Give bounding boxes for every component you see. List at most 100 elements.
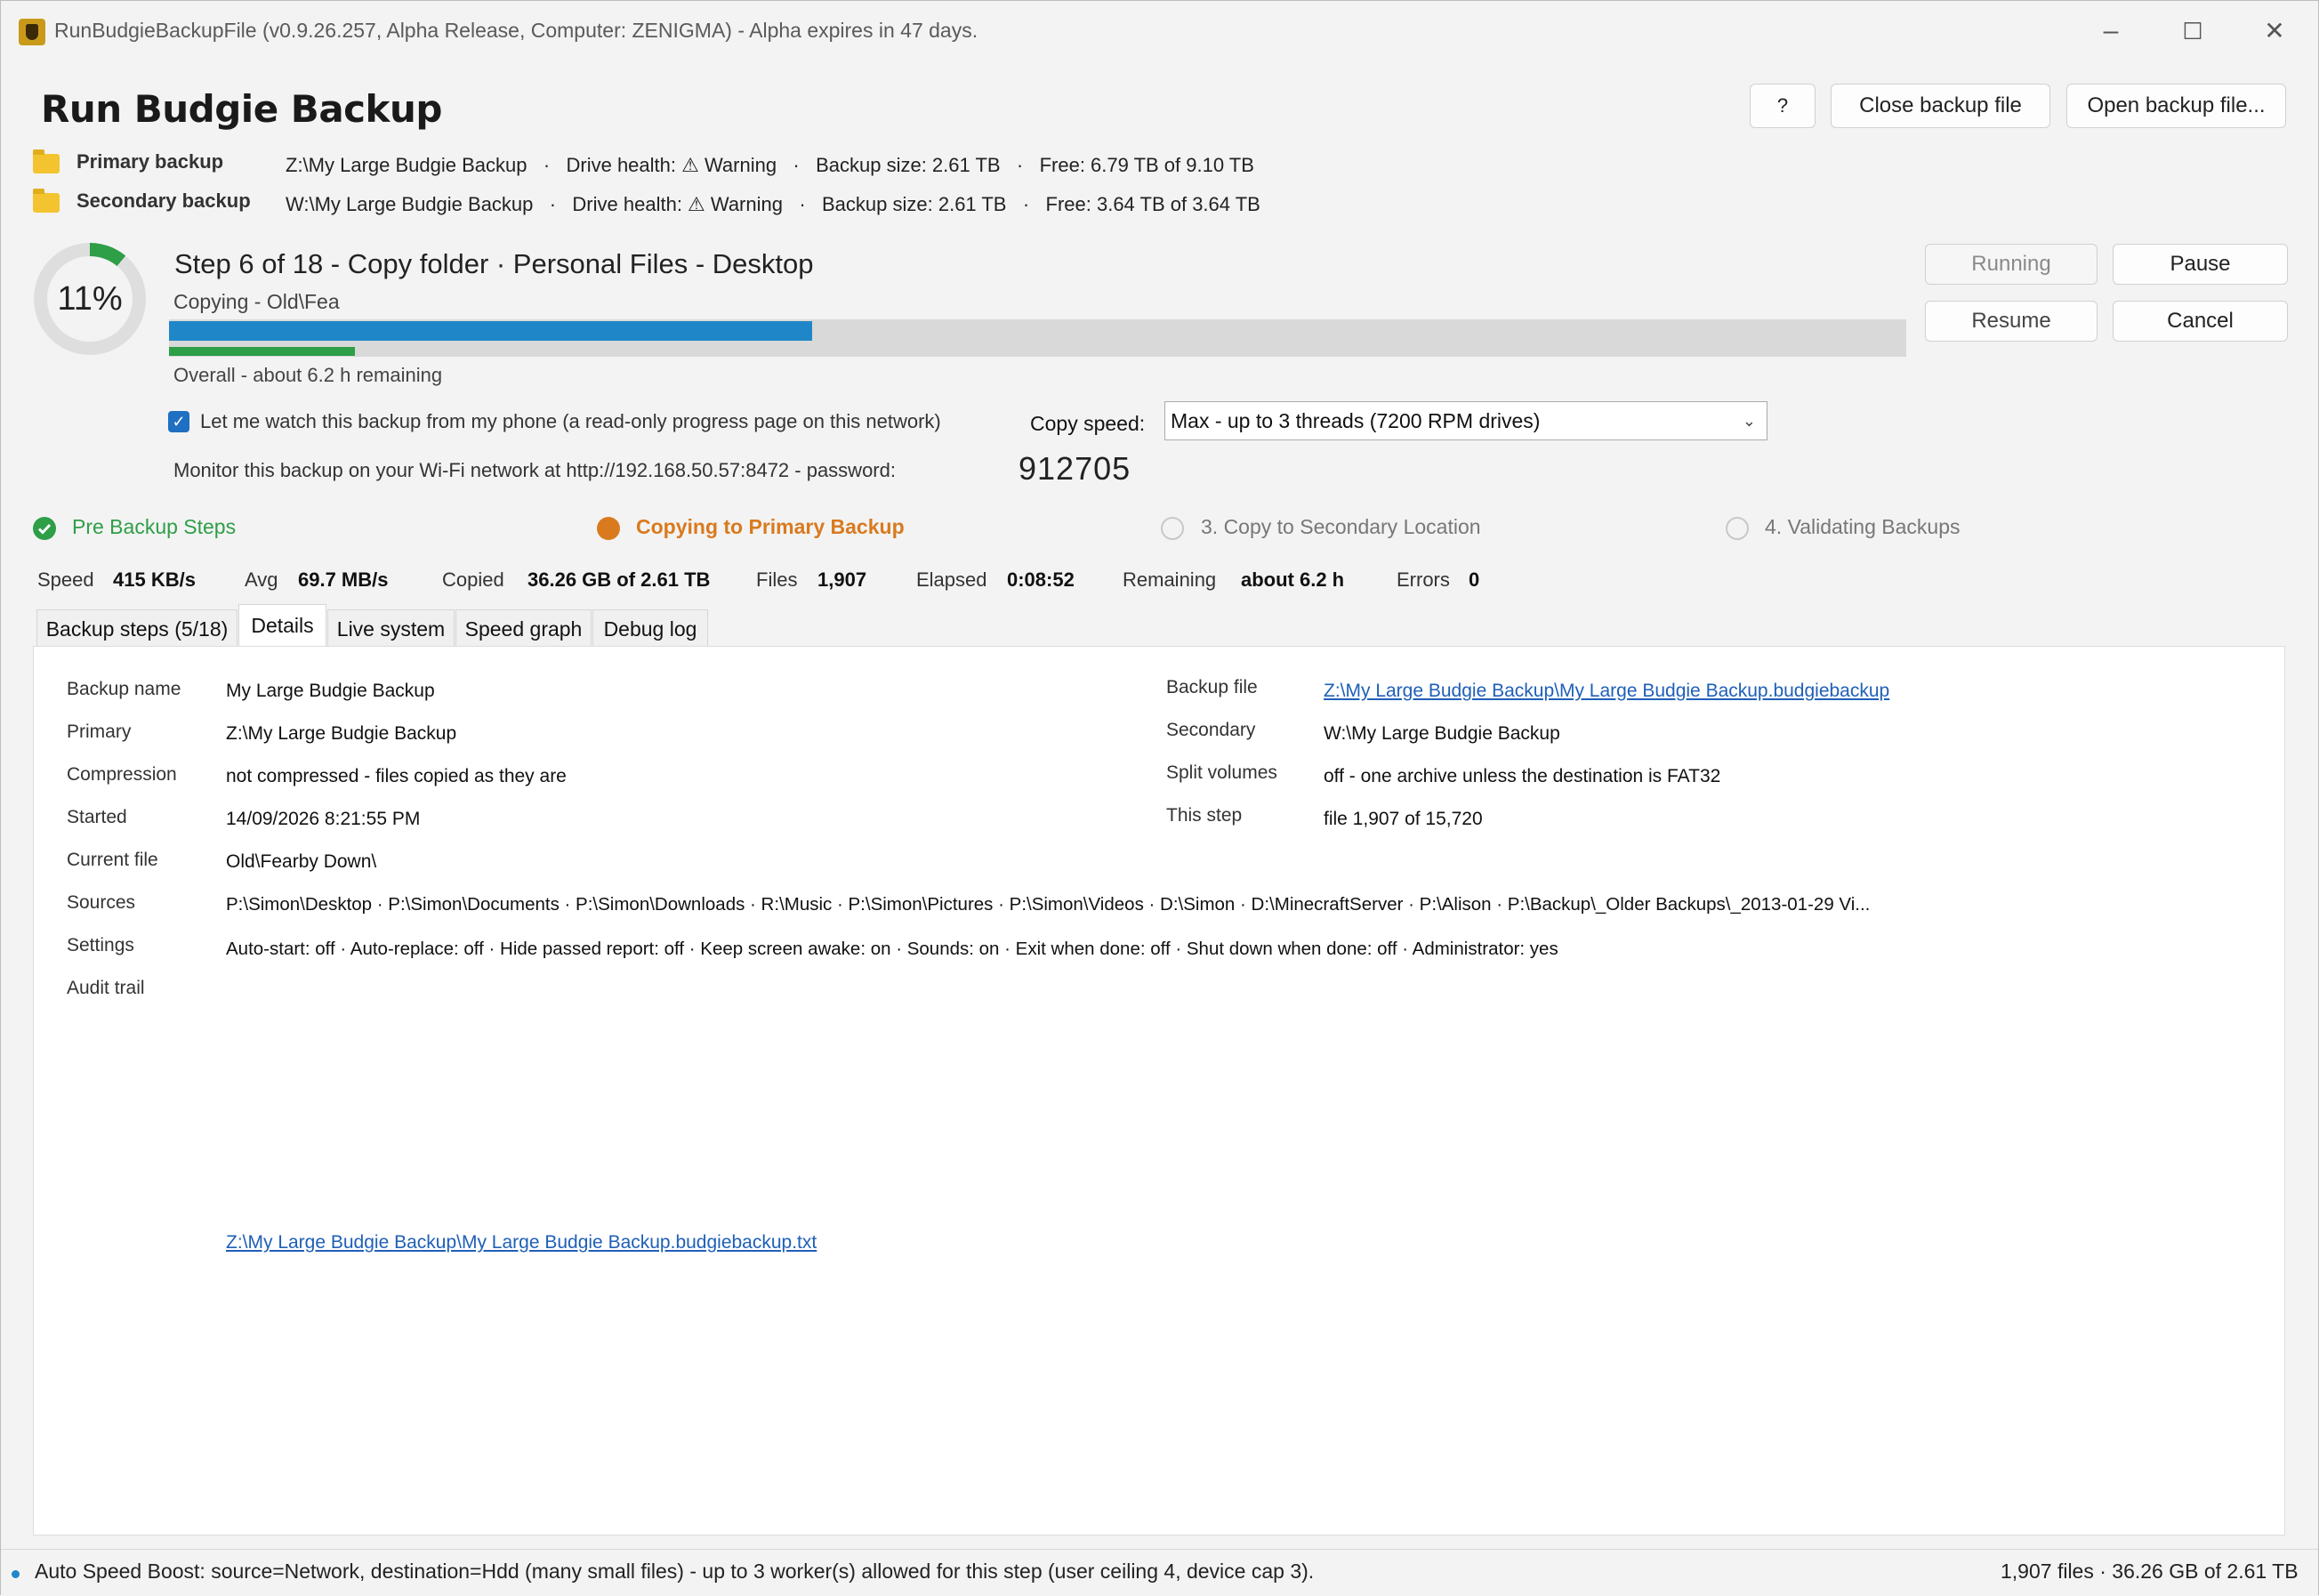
pause-button[interactable]: Pause (2113, 244, 2288, 285)
running-button[interactable]: Running (1925, 244, 2098, 285)
primary-drive-info: Z:\My Large Budgie Backup · Drive health… (286, 154, 1254, 177)
primary-path: Z:\My Large Budgie Backup (286, 154, 527, 176)
resume-button[interactable]: Resume (1925, 301, 2098, 342)
secondary-backup-label: Secondary backup (76, 189, 251, 212)
separator: · (1016, 154, 1024, 176)
tab-speed-graph[interactable]: Speed graph (455, 609, 592, 647)
tab-debug-log[interactable]: Debug log (592, 609, 708, 647)
settings-label: Settings (67, 935, 134, 955)
window-title: RunBudgieBackupFile (v0.9.26.257, Alpha … (54, 19, 978, 42)
separator: · (793, 154, 800, 176)
page-title: Run Budgie Backup (41, 87, 442, 131)
audit-trail-label: Audit trail (67, 978, 145, 998)
tab-live-system[interactable]: Live system (327, 609, 455, 647)
started-value: 14/09/2026 8:21:55 PM (226, 809, 421, 829)
copy-speed-select[interactable]: Max - up to 3 threads (7200 RPM drives) … (1164, 401, 1767, 440)
app-window: RunBudgieBackupFile (v0.9.26.257, Alpha … (0, 0, 2319, 1596)
tab-details[interactable]: Details (238, 604, 326, 649)
minimize-button[interactable]: – (2084, 13, 2138, 49)
current-file-value: Old\Fearby Down\ (226, 851, 377, 872)
phase-copy-primary: Copying to Primary Backup (636, 515, 905, 538)
remaining-value: about 6.2 h (1241, 568, 1345, 591)
copied-value: 36.26 GB of 2.61 TB (527, 568, 711, 591)
watch-from-phone-label: Let me watch this backup from my phone (… (200, 410, 941, 432)
primary-free: Free: 6.79 TB of 9.10 TB (1039, 154, 1254, 176)
backup-name-label: Backup name (67, 679, 181, 699)
backup-file-link[interactable]: Z:\My Large Budgie Backup\My Large Budgi… (1324, 681, 1889, 702)
primary-backup-label: Primary backup (76, 150, 224, 173)
secondary-free: Free: 3.64 TB of 3.64 TB (1045, 193, 1260, 215)
separator: · (1022, 193, 1030, 215)
maximize-button[interactable]: ☐ (2166, 13, 2219, 49)
primary-value: Z:\My Large Budgie Backup (226, 723, 457, 744)
secondary-drive-info: W:\My Large Budgie Backup · Drive health… (286, 193, 1260, 216)
step-progress-fill (169, 321, 812, 341)
compression-value: not compressed - files copied as they ar… (226, 766, 567, 786)
cancel-button[interactable]: Cancel (2113, 301, 2288, 342)
copy-speed-label: Copy speed: (1030, 412, 1146, 435)
files-label: Files (756, 568, 798, 591)
backup-file-label: Backup file (1166, 677, 1258, 697)
separator: · (799, 193, 806, 215)
title-bar[interactable]: RunBudgieBackupFile (v0.9.26.257, Alpha … (1, 1, 2318, 63)
secondary-size: Backup size: 2.61 TB (822, 193, 1007, 215)
watch-from-phone-checkbox[interactable]: ✓ (168, 411, 189, 432)
overall-percent: 11% (57, 280, 123, 318)
secondary-value: W:\My Large Budgie Backup (1324, 723, 1560, 744)
step-subtitle: Copying - Old\Fea (173, 290, 340, 313)
remaining-label: Remaining (1123, 568, 1217, 591)
copy-speed-value: Max - up to 3 threads (7200 RPM drives) (1171, 409, 1541, 432)
speed-label: Speed (37, 568, 94, 591)
status-summary: 1,907 files · 36.26 GB of 2.61 TB (2001, 1560, 2299, 1583)
audit-trail-link[interactable]: Z:\My Large Budgie Backup\My Large Budgi… (226, 1232, 817, 1253)
status-text: Auto Speed Boost: source=Network, destin… (35, 1560, 1315, 1583)
secondary-label: Secondary (1166, 720, 1256, 740)
monitor-text: Monitor this backup on your Wi-Fi networ… (173, 459, 896, 481)
this-step-label: This step (1166, 805, 1243, 826)
tab-backup-steps[interactable]: Backup steps (5/18) (36, 609, 238, 647)
split-volumes-value: off - one archive unless the destination… (1324, 766, 1721, 786)
step-title: Step 6 of 18 - Copy folder · Personal Fi… (174, 248, 814, 279)
split-volumes-label: Split volumes (1166, 762, 1277, 783)
open-backup-file-button[interactable]: Open backup file... (2066, 84, 2286, 128)
progress-bar (169, 319, 1906, 357)
avg-label: Avg (245, 568, 278, 591)
overall-remaining: Overall - about 6.2 h remaining (173, 364, 443, 386)
secondary-path: W:\My Large Budgie Backup (286, 193, 534, 215)
primary-health: Drive health: ⚠ Warning (566, 154, 777, 176)
backup-name-value: My Large Budgie Backup (226, 681, 435, 701)
overall-progress-fill (169, 347, 355, 356)
primary-size: Backup size: 2.61 TB (816, 154, 1001, 176)
sources-label: Sources (67, 892, 136, 913)
check-circle-icon (33, 517, 56, 540)
speed-value: 415 KB/s (113, 568, 196, 591)
primary-label: Primary (67, 721, 132, 742)
folder-icon (33, 149, 60, 173)
status-dot-icon (12, 1570, 20, 1578)
budgie-app-icon (19, 19, 45, 45)
elapsed-label: Elapsed (916, 568, 987, 591)
started-label: Started (67, 807, 127, 827)
close-backup-file-button[interactable]: Close backup file (1831, 84, 2050, 128)
phase-copy-secondary: 3. Copy to Secondary Location (1201, 515, 1481, 538)
elapsed-value: 0:08:52 (1007, 568, 1075, 591)
active-circle-icon (597, 517, 620, 540)
chevron-down-icon: ⌄ (1742, 412, 1756, 430)
empty-circle-icon (1726, 517, 1749, 540)
compression-label: Compression (67, 764, 177, 785)
separator: · (549, 193, 557, 215)
monitor-password: 912705 (1019, 450, 1131, 487)
details-panel: Backup name My Large Budgie Backup Prima… (33, 646, 2285, 1536)
secondary-health: Drive health: ⚠ Warning (572, 193, 783, 215)
files-value: 1,907 (817, 568, 867, 591)
help-icon: ? (1776, 94, 1789, 117)
phase-pre-backup: Pre Backup Steps (72, 515, 237, 538)
help-button[interactable]: ? (1750, 84, 1816, 128)
copied-label: Copied (442, 568, 504, 591)
errors-label: Errors (1397, 568, 1450, 591)
settings-value: Auto-start: off · Auto-replace: off · Hi… (226, 939, 1558, 959)
current-file-label: Current file (67, 850, 158, 870)
avg-value: 69.7 MB/s (298, 568, 389, 591)
close-window-button[interactable]: ✕ (2248, 13, 2301, 49)
errors-value: 0 (1469, 568, 1480, 591)
